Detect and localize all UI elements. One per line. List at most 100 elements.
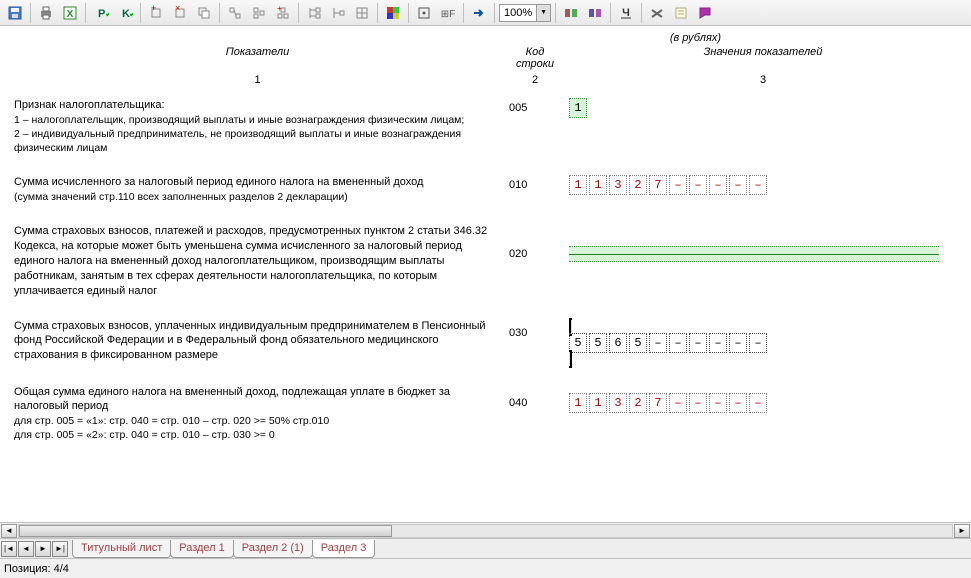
subheader-1: 1: [10, 72, 505, 88]
header-code: Код строки: [505, 44, 565, 72]
chevron-down-icon[interactable]: ▼: [536, 5, 550, 21]
row-040-sub2: для стр. 005 = «2»: стр. 040 = стр. 010 …: [14, 428, 501, 442]
value-cell: 1: [569, 175, 587, 195]
scroll-right-button[interactable]: ►: [954, 524, 970, 538]
palette1-button[interactable]: [560, 2, 582, 24]
value-cell: 1: [589, 175, 607, 195]
value-cell: –: [729, 333, 747, 353]
status-value: 4/4: [54, 563, 69, 575]
value-cell: –: [729, 393, 747, 413]
colors-button[interactable]: [382, 2, 404, 24]
p-check-button[interactable]: P✔: [90, 2, 112, 24]
k-check-button[interactable]: K✔: [114, 2, 136, 24]
struct3-button[interactable]: +: [272, 2, 294, 24]
value-cell: 3: [609, 393, 627, 413]
value-cell: –: [689, 333, 707, 353]
row-020-code: 020: [505, 214, 565, 308]
svg-text:+: +: [151, 5, 156, 13]
value-cell: –: [749, 333, 767, 353]
svg-text:X: X: [67, 9, 74, 20]
scroll-thumb[interactable]: [19, 525, 392, 537]
row-010-code: 010: [505, 165, 565, 214]
tab-first-button[interactable]: |◄: [1, 541, 17, 557]
svg-text:×: ×: [175, 5, 180, 13]
subheader-2: 2: [505, 72, 565, 88]
add-row-button[interactable]: +: [145, 2, 167, 24]
tree3-button[interactable]: [351, 2, 373, 24]
row-010-sub1: (сумма значений стр.110 всех заполненных…: [14, 190, 501, 204]
value-cell: –: [669, 333, 687, 353]
value-cell: –: [669, 393, 687, 413]
scroll-track[interactable]: [18, 524, 953, 538]
remove-row-button[interactable]: ×: [169, 2, 191, 24]
tab-section-3[interactable]: Раздел 3: [312, 540, 376, 558]
tab-next-button[interactable]: ►: [35, 541, 51, 557]
notes-button[interactable]: [670, 2, 692, 24]
value-cell: 2: [629, 175, 647, 195]
svg-text:Ч: Ч: [622, 7, 630, 19]
value-cell: 2: [629, 393, 647, 413]
header-values: Значения показателей: [565, 44, 961, 72]
row-005-title: Признак налогоплательщика:: [14, 98, 501, 113]
horizontal-scrollbar[interactable]: ◄ ►: [0, 522, 971, 538]
svg-text:⊞F: ⊞F: [441, 9, 456, 20]
value-cell: –: [649, 333, 667, 353]
row-030-value[interactable]: 5565––––––: [569, 318, 957, 368]
tab-section-2-1[interactable]: Раздел 2 (1): [233, 540, 313, 558]
value-cell: 7: [649, 175, 667, 195]
row-030-title: Сумма страховых взносов, уплаченных инди…: [14, 319, 501, 364]
value-cell: 1: [569, 393, 587, 413]
sheet-tabs-bar: |◄ ◄ ► ►| Титульный лист Раздел 1 Раздел…: [0, 538, 971, 558]
header-indicators: Показатели: [10, 44, 505, 72]
print-button[interactable]: [35, 2, 57, 24]
struct1-button[interactable]: [224, 2, 246, 24]
tab-section-1[interactable]: Раздел 1: [170, 540, 234, 558]
row-010-value[interactable]: 11327–––––: [569, 175, 957, 195]
subheader-3: 3: [565, 72, 961, 88]
underline-button[interactable]: Ч: [615, 2, 637, 24]
row-040-value[interactable]: 11327–––––: [569, 393, 957, 413]
save-button[interactable]: [4, 2, 26, 24]
value-cell: 1: [589, 393, 607, 413]
value-cell: 1: [569, 98, 587, 118]
document-content: (в рублях) Показатели Код строки Значени…: [0, 26, 971, 522]
row-040-code: 040: [505, 375, 565, 453]
row-040-sub1: для стр. 005 = «1»: стр. 040 = стр. 010 …: [14, 414, 501, 428]
grid-align-button[interactable]: ⊞F: [437, 2, 459, 24]
value-cell: 5: [629, 333, 647, 353]
struct2-button[interactable]: [248, 2, 270, 24]
row-020-value[interactable]: [569, 246, 939, 262]
palette2-button[interactable]: [584, 2, 606, 24]
copy-row-button[interactable]: [193, 2, 215, 24]
arrow-button[interactable]: [468, 2, 490, 24]
value-cell: 5: [569, 333, 587, 353]
svg-text:✔: ✔: [105, 9, 109, 19]
row-020-title: Сумма страховых взносов, платежей и расх…: [14, 224, 501, 298]
value-cell: –: [709, 333, 727, 353]
value-cell: 5: [589, 333, 607, 353]
value-cell: –: [729, 175, 747, 195]
zoom-value: 100%: [500, 7, 536, 19]
value-cell: –: [709, 393, 727, 413]
tab-prev-button[interactable]: ◄: [18, 541, 34, 557]
scroll-left-button[interactable]: ◄: [1, 524, 17, 538]
tab-last-button[interactable]: ►|: [52, 541, 68, 557]
svg-text:+: +: [277, 5, 282, 13]
row-005-value[interactable]: 1: [569, 98, 957, 118]
tree1-button[interactable]: [303, 2, 325, 24]
grid-snap-button[interactable]: [413, 2, 435, 24]
excel-export-button[interactable]: X: [59, 2, 81, 24]
help-button[interactable]: [694, 2, 716, 24]
value-cell: –: [749, 393, 767, 413]
svg-text:✔: ✔: [129, 9, 133, 19]
tab-title-page[interactable]: Титульный лист: [72, 540, 171, 558]
value-cell: –: [749, 175, 767, 195]
row-040-title: Общая сумма единого налога на вмененный …: [14, 385, 501, 415]
tree2-button[interactable]: [327, 2, 349, 24]
settings-button[interactable]: [646, 2, 668, 24]
units-label: (в рублях): [670, 32, 721, 44]
row-005-code: 005: [505, 88, 565, 165]
value-cell: –: [709, 175, 727, 195]
row-005-sub2: 2 – индивидуальный предприниматель, не п…: [14, 127, 501, 155]
zoom-combo[interactable]: 100% ▼: [499, 4, 551, 22]
